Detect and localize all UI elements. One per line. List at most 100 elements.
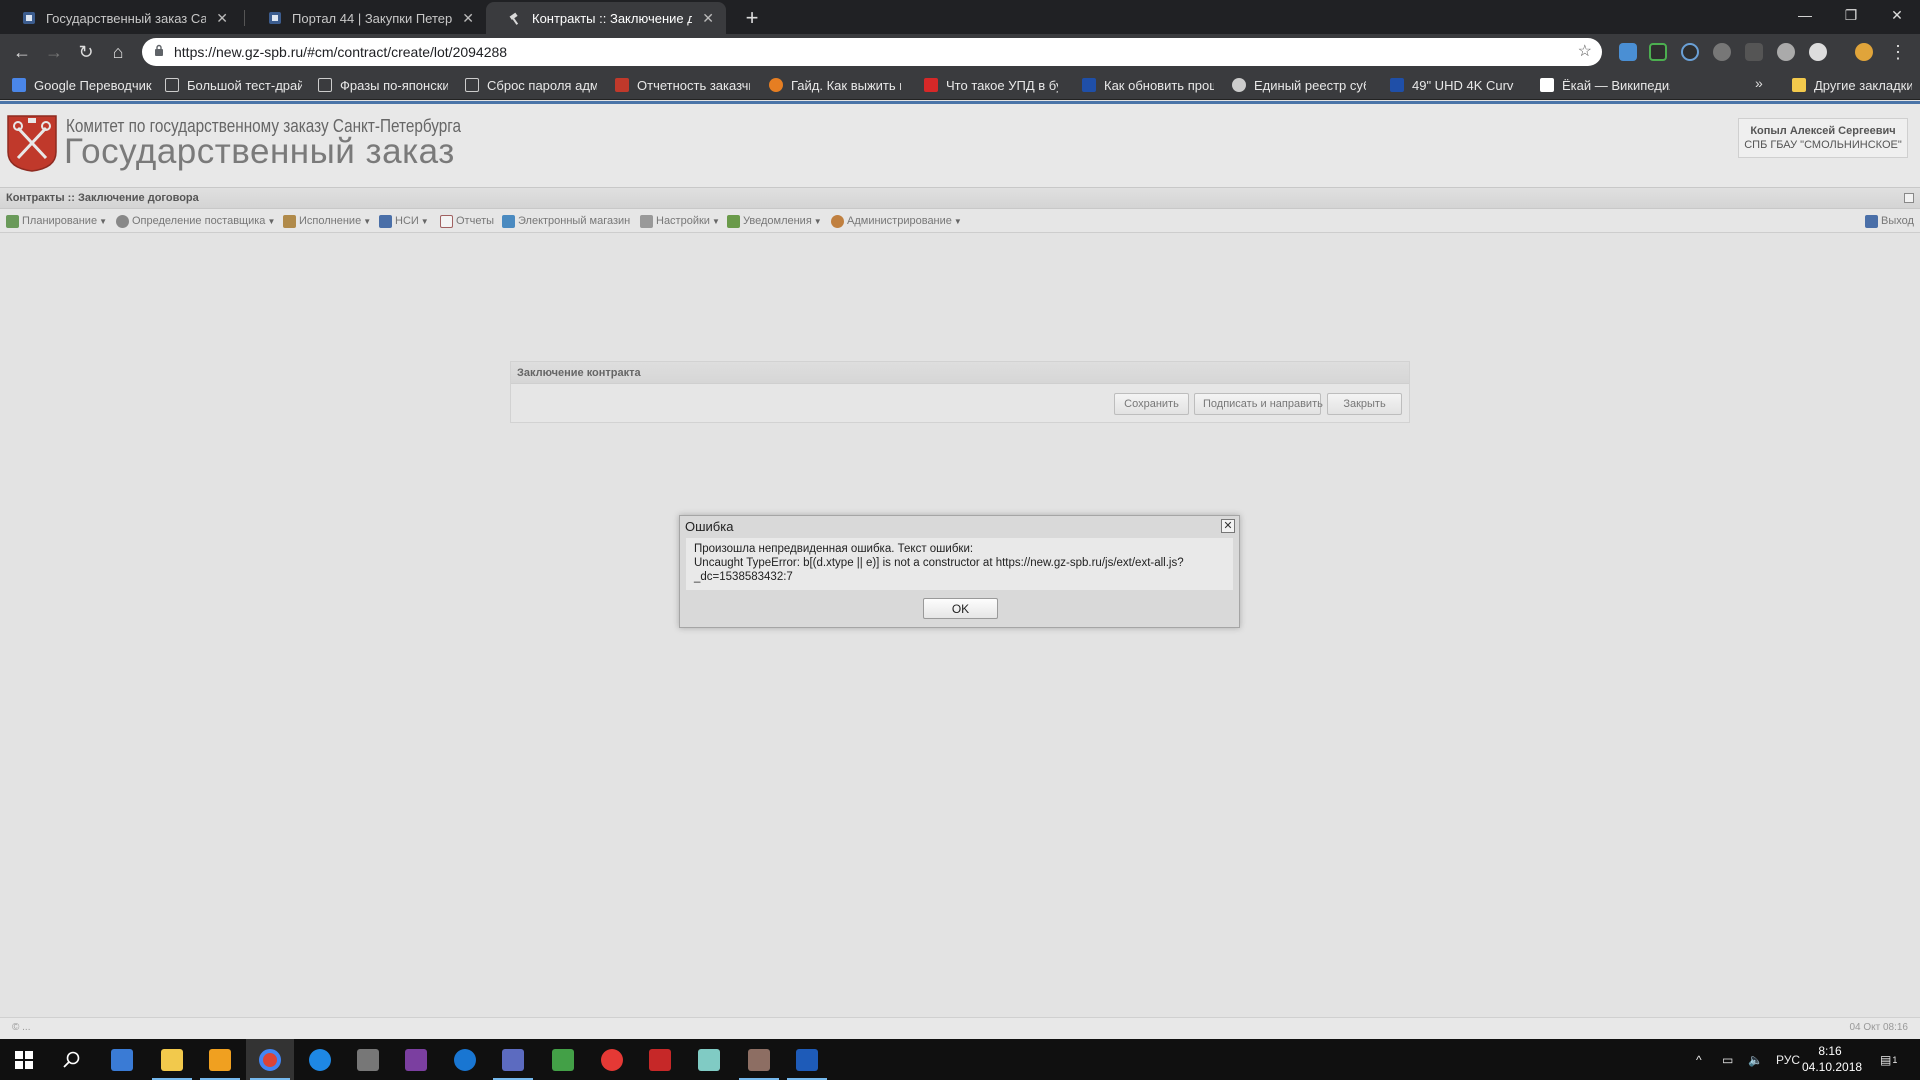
menu-nsi[interactable]: НСИ ▼ [379,213,429,229]
extension-shield-icon[interactable] [1809,43,1827,61]
taskbar-app[interactable] [539,1039,587,1080]
action-center-icon[interactable]: ▤ 1 [1880,1039,1897,1080]
forward-icon[interactable]: → [40,38,68,66]
browser-menu-icon[interactable]: ⋮ [1884,38,1912,66]
save-button[interactable]: Сохранить [1114,393,1189,415]
url-text: https://new.gz-spb.ru/#cm/contract/creat… [174,44,508,60]
extension-cloud-icon[interactable] [1619,43,1637,61]
bookmark-item[interactable]: Гайд. Как выжить в [769,76,901,94]
start-button[interactable] [0,1039,48,1080]
show-hidden-icons[interactable]: ^ [1696,1039,1702,1080]
menu-admin[interactable]: Администрирование ▼ [831,213,962,229]
extension-terminal-icon[interactable] [1745,43,1763,61]
menu-reports[interactable]: Отчеты [440,213,494,229]
taskbar-app[interactable] [148,1039,196,1080]
bookmark-item[interactable]: Сброс пароля адми [465,76,597,94]
menu-settings[interactable]: Настройки ▼ [640,213,720,229]
admin-icon [831,214,844,228]
file-explorer-icon [161,1048,183,1071]
user-info[interactable]: Копыл Алексей Сергеевич СПБ ГБАУ "СМОЛЬН… [1738,118,1908,158]
menu-label: Настройки [656,215,710,227]
bookmark-item[interactable]: Единый реестр субъ [1232,76,1366,94]
taskbar-app[interactable] [588,1039,636,1080]
taskbar-app[interactable] [98,1039,146,1080]
close-icon[interactable]: ✕ [462,10,474,27]
taskbar-app[interactable] [685,1039,733,1080]
user-organization: СПБ ГБАУ "СМОЛЬНИНСКОЕ" [1744,139,1902,151]
search-icon [63,1051,80,1068]
bookmark-item[interactable]: Как обновить прош [1082,76,1214,94]
menu-planning[interactable]: Планирование ▼ [6,213,107,229]
bookmark-item[interactable]: Google Переводчик [12,76,152,94]
bookmark-label: Большой тест-драйв [187,77,302,93]
taskbar-app[interactable] [296,1039,344,1080]
search-button[interactable] [48,1039,96,1080]
shop-icon [502,214,515,228]
ok-button[interactable]: OK [923,598,998,619]
chevron-down-icon: ▼ [99,216,107,226]
other-bookmarks-folder[interactable]: Другие закладки [1792,76,1912,94]
bookmark-label: Google Переводчик [34,77,152,93]
restore-icon[interactable]: ❐ [1828,0,1874,30]
menu-label: Электронный магазин [518,215,631,227]
browser-tab-gz-spb[interactable]: Государственный заказ Санкт-Петербург ✕ [0,2,240,34]
bookmark-item[interactable]: 49" UHD 4K Curved [1390,76,1514,94]
extension-sync-icon[interactable] [1681,43,1699,61]
outlook-icon [209,1048,231,1071]
back-icon[interactable]: ← [8,38,36,66]
page-titlebar: Контракты :: Заключение договора [0,187,1920,209]
menu-notifications[interactable]: Уведомления ▼ [727,213,822,229]
circle-icon [769,78,783,92]
bookmark-item[interactable]: Фразы по-японски [318,76,448,94]
menu-supplier[interactable]: Определение поставщика ▼ [116,213,275,229]
taskbar-app[interactable] [735,1039,783,1080]
windows-taskbar: ^ ▭ 🔈 РУС 8:16 04.10.2018 ▤ 1 [0,1039,1920,1080]
sign-and-send-button[interactable]: Подписать и направить [1194,393,1323,415]
taskbar-app[interactable] [489,1039,537,1080]
taskbar-app[interactable] [392,1039,440,1080]
language-indicator[interactable]: РУС [1776,1039,1800,1080]
browser-tab-contracts[interactable]: Контракты :: Заключение договора ✕ [486,2,726,34]
close-icon[interactable]: ✕ [702,10,714,27]
volume-icon[interactable]: 🔈 [1748,1039,1763,1080]
reload-icon[interactable]: ↻ [72,38,100,66]
taskbar-app[interactable] [441,1039,489,1080]
new-tab-button[interactable]: + [738,4,766,32]
main-menu: Планирование ▼ Определение поставщика ▼ Ис… [0,209,1920,233]
taskbar-app[interactable] [636,1039,684,1080]
panel-title: Заключение контракта [511,362,1409,384]
bookmark-item[interactable]: Что такое УПД в бу [924,76,1058,94]
translate-icon [12,78,26,92]
bookmark-star-icon[interactable]: ☆ [1578,41,1592,61]
close-button[interactable]: Закрыть [1327,393,1402,415]
taskbar-app[interactable] [246,1039,294,1080]
bookmark-item[interactable]: Большой тест-драйв [165,76,302,94]
system-clock[interactable]: 8:16 04.10.2018 [1802,1043,1862,1075]
taskbar-app[interactable] [783,1039,831,1080]
menu-label: Исполнение [299,215,362,227]
address-bar[interactable]: https://new.gz-spb.ru/#cm/contract/creat… [142,38,1602,66]
menu-label: НСИ [395,215,419,227]
close-icon[interactable]: ✕ [216,10,228,27]
minimize-icon[interactable]: — [1782,0,1828,30]
browser-tab-portal44[interactable]: Портал 44 | Закупки Петербурга ✕ [246,2,486,34]
logout-button[interactable]: Выход [1865,213,1914,229]
close-icon[interactable]: ✕ [1221,519,1235,533]
taskbar-app[interactable] [196,1039,244,1080]
collapse-icon[interactable] [1904,193,1914,203]
more-bookmarks-button[interactable]: » [1755,75,1763,91]
extension-circle-icon[interactable] [1713,43,1731,61]
extension-puzzle-icon[interactable] [1649,43,1667,61]
menu-eshop[interactable]: Электронный магазин [502,213,630,229]
profile-avatar-icon[interactable] [1855,43,1873,61]
network-icon[interactable]: ▭ [1722,1039,1733,1080]
close-window-icon[interactable]: ✕ [1874,0,1920,30]
windows-logo-icon [15,1050,33,1069]
taskbar-app[interactable] [344,1039,392,1080]
home-icon[interactable]: ⌂ [104,38,132,66]
dialog-message: Произошла непредвиденная ошибка. Текст о… [686,538,1233,590]
menu-execution[interactable]: Исполнение ▼ [283,213,371,229]
bookmark-item[interactable]: Ёкай — Википедия [1540,76,1670,94]
bookmark-item[interactable]: Отчетность заказчи [615,76,750,94]
extension-gear-icon[interactable] [1777,43,1795,61]
